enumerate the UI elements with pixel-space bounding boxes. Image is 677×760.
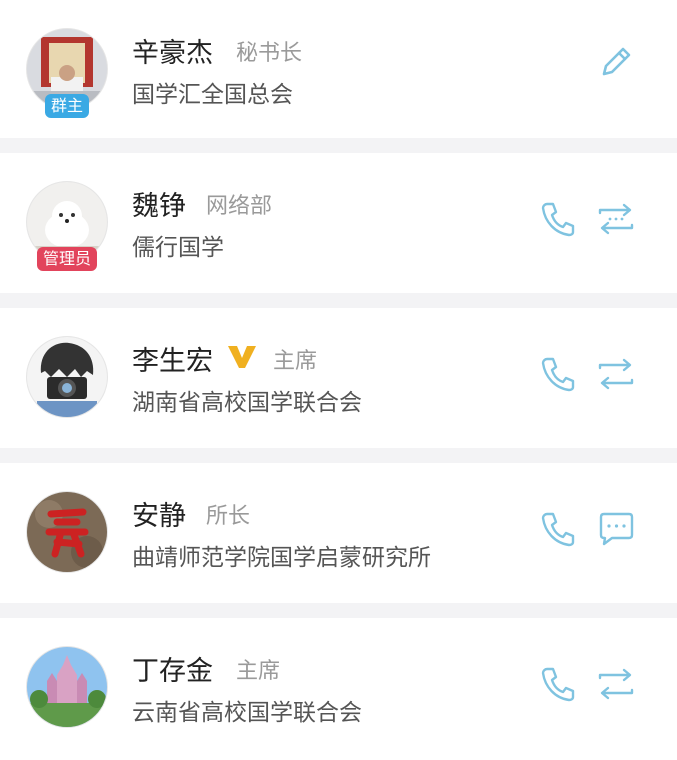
- admin-badge: 管理员: [36, 247, 98, 271]
- message-icon[interactable]: [596, 509, 636, 549]
- verified-icon: [227, 344, 257, 370]
- member-role: 主席: [273, 349, 318, 374]
- avatar[interactable]: [26, 491, 108, 573]
- member-card[interactable]: 管理员 魏铮 网络部 儒行国学: [0, 153, 677, 293]
- member-org: 国学汇全国总会: [132, 82, 293, 108]
- edit-icon[interactable]: [596, 42, 636, 82]
- avatar[interactable]: 群主: [26, 28, 108, 118]
- transfer-icon[interactable]: [596, 199, 636, 239]
- member-role: 网络部: [206, 194, 273, 219]
- avatar[interactable]: [26, 336, 108, 418]
- phone-icon[interactable]: [538, 354, 578, 394]
- transfer-icon[interactable]: [596, 354, 636, 394]
- member-name: 辛豪杰: [132, 38, 213, 69]
- phone-icon[interactable]: [538, 664, 578, 704]
- member-org: 曲靖师范学院国学启蒙研究所: [132, 545, 431, 571]
- avatar[interactable]: [26, 646, 108, 728]
- phone-icon[interactable]: [538, 509, 578, 549]
- avatar[interactable]: 管理员: [26, 181, 108, 271]
- member-role: 所长: [206, 504, 251, 529]
- member-name: 安静: [132, 501, 186, 532]
- member-name: 丁存金: [132, 656, 213, 687]
- member-card[interactable]: 安静 所长 曲靖师范学院国学启蒙研究所: [0, 463, 677, 603]
- member-name: 魏铮: [132, 191, 186, 222]
- member-role: 主席: [236, 659, 281, 684]
- phone-icon[interactable]: [538, 199, 578, 239]
- transfer-icon[interactable]: [596, 664, 636, 704]
- member-card[interactable]: 丁存金 主席 云南省高校国学联合会: [0, 618, 677, 760]
- member-card[interactable]: 群主 辛豪杰 秘书长 国学汇全国总会: [0, 0, 677, 138]
- member-org: 儒行国学: [132, 235, 224, 261]
- member-role: 秘书长: [236, 41, 303, 66]
- member-name: 李生宏: [132, 346, 213, 377]
- member-org: 湖南省高校国学联合会: [132, 390, 362, 416]
- owner-badge: 群主: [44, 94, 90, 118]
- member-org: 云南省高校国学联合会: [132, 700, 362, 726]
- member-card[interactable]: 李生宏 主席 湖南省高校国学联合会: [0, 308, 677, 448]
- member-list: 群主 辛豪杰 秘书长 国学汇全国总会 管理员 魏铮 网络部 儒行国学 李生宏 主…: [0, 0, 677, 760]
